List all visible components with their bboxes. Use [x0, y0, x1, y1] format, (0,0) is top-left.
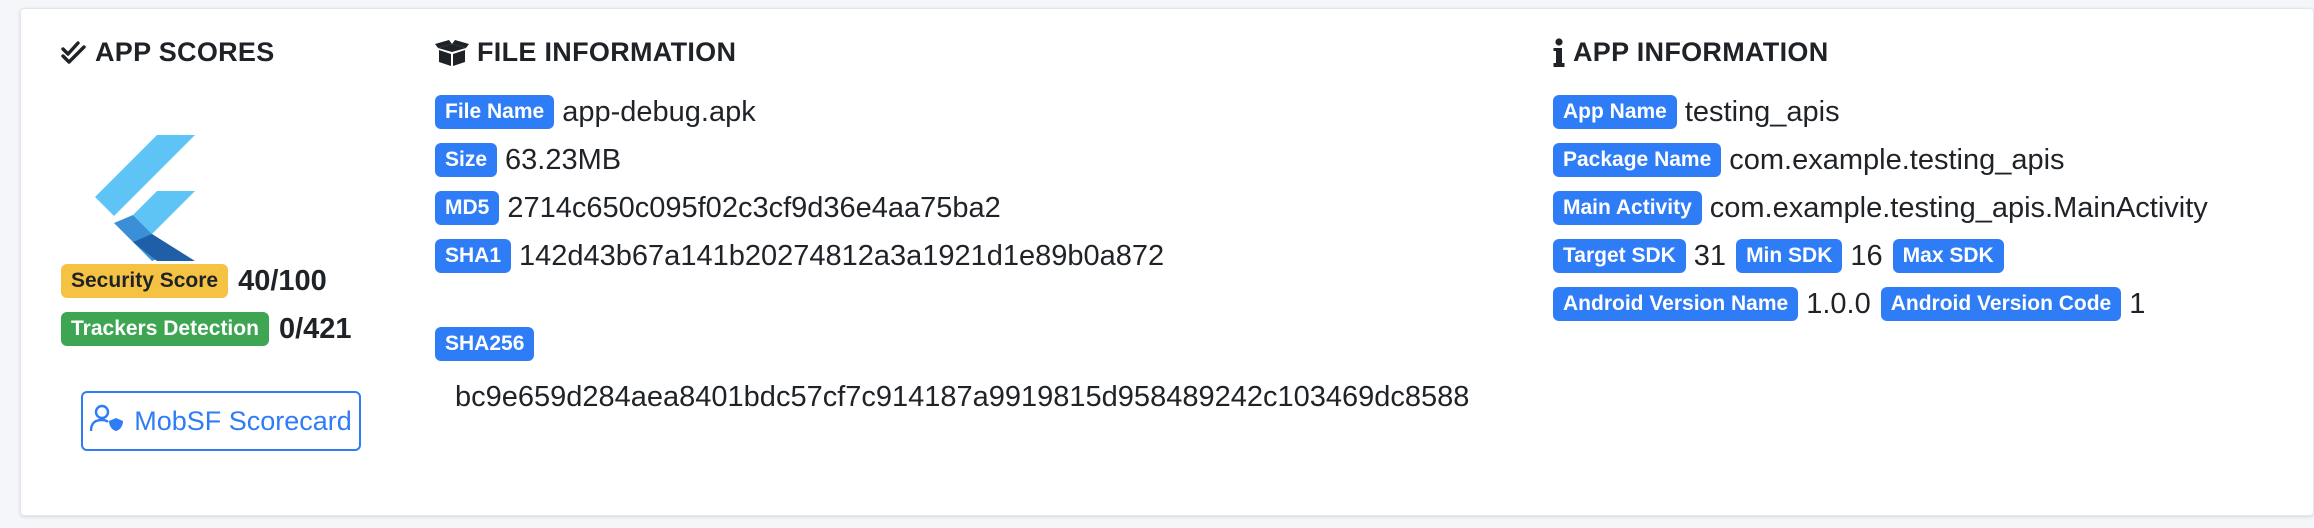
app-name-badge: App Name: [1553, 95, 1677, 129]
file-information-title: FILE INFORMATION: [435, 37, 736, 68]
sha256-badge: SHA256: [435, 327, 535, 361]
file-name-row: File Name app-debug.apk: [435, 95, 756, 129]
summary-card: APP SCORES Security Score 40/100 Tracker…: [20, 8, 2314, 516]
app-scores-title-text: APP SCORES: [95, 37, 275, 67]
mobsf-scorecard-button[interactable]: MobSF Scorecard: [81, 391, 361, 451]
info-icon: [1553, 37, 1565, 68]
sha256-row: SHA256: [435, 327, 535, 361]
file-name-value: app-debug.apk: [562, 95, 756, 128]
size-badge: Size: [435, 143, 498, 177]
size-value: 63.23MB: [505, 143, 622, 176]
box-open-icon: [435, 39, 469, 66]
main-activity-row: Main Activity com.example.testing_apis.M…: [1553, 191, 2208, 225]
app-information-title-text: APP INFORMATION: [1573, 37, 1829, 67]
version-name-badge: Android Version Name: [1553, 287, 1799, 321]
sha1-row: SHA1 142d43b67a141b20274812a3a1921d1e89b…: [435, 239, 1164, 273]
version-name-value: 1.0.0: [1806, 287, 1871, 320]
md5-row: MD5 2714c650c095f02c3cf9d36e4aa75ba2: [435, 191, 1001, 225]
double-check-icon: [61, 40, 87, 66]
sha256-value: bc9e659d284aea8401bdc57cf7c914187a991981…: [455, 381, 1470, 413]
md5-badge: MD5: [435, 191, 500, 225]
security-score-value: 40/100: [238, 264, 327, 297]
sha1-value: 142d43b67a141b20274812a3a1921d1e89b0a872: [519, 239, 1165, 272]
main-activity-value: com.example.testing_apis.MainActivity: [1709, 191, 2208, 224]
security-score-badge: Security Score: [61, 264, 229, 298]
package-name-row: Package Name com.example.testing_apis: [1553, 143, 2065, 177]
size-row: Size 63.23MB: [435, 143, 621, 177]
file-name-badge: File Name: [435, 95, 555, 129]
min-sdk-value: 16: [1850, 239, 1883, 272]
app-information-title: APP INFORMATION: [1553, 37, 1829, 68]
trackers-row: Trackers Detection 0/421: [61, 312, 352, 346]
md5-value: 2714c650c095f02c3cf9d36e4aa75ba2: [507, 191, 1001, 224]
package-name-badge: Package Name: [1553, 143, 1722, 177]
file-information-title-text: FILE INFORMATION: [477, 37, 737, 67]
app-name-value: testing_apis: [1684, 95, 1840, 128]
trackers-value: 0/421: [278, 312, 352, 345]
app-scores-title: APP SCORES: [61, 37, 275, 68]
app-name-row: App Name testing_apis: [1553, 95, 1840, 129]
flutter-logo: [95, 135, 201, 261]
version-row: Android Version Name 1.0.0 Android Versi…: [1553, 287, 2145, 321]
max-sdk-badge: Max SDK: [1892, 239, 2004, 273]
version-code-value: 1: [2129, 287, 2146, 320]
user-shield-icon: [90, 404, 124, 439]
version-code-badge: Android Version Code: [1880, 287, 2122, 321]
sdk-row: Target SDK 31 Min SDK 16 Max SDK: [1553, 239, 2004, 273]
target-sdk-badge: Target SDK: [1553, 239, 1686, 273]
package-name-value: com.example.testing_apis: [1729, 143, 2065, 176]
min-sdk-badge: Min SDK: [1736, 239, 1843, 273]
sha1-badge: SHA1: [435, 239, 512, 273]
main-activity-badge: Main Activity: [1553, 191, 1702, 225]
mobsf-scorecard-label: MobSF Scorecard: [134, 405, 352, 436]
target-sdk-value: 31: [1693, 239, 1727, 272]
trackers-badge: Trackers Detection: [61, 312, 269, 346]
security-score-row: Security Score 40/100: [61, 264, 327, 298]
